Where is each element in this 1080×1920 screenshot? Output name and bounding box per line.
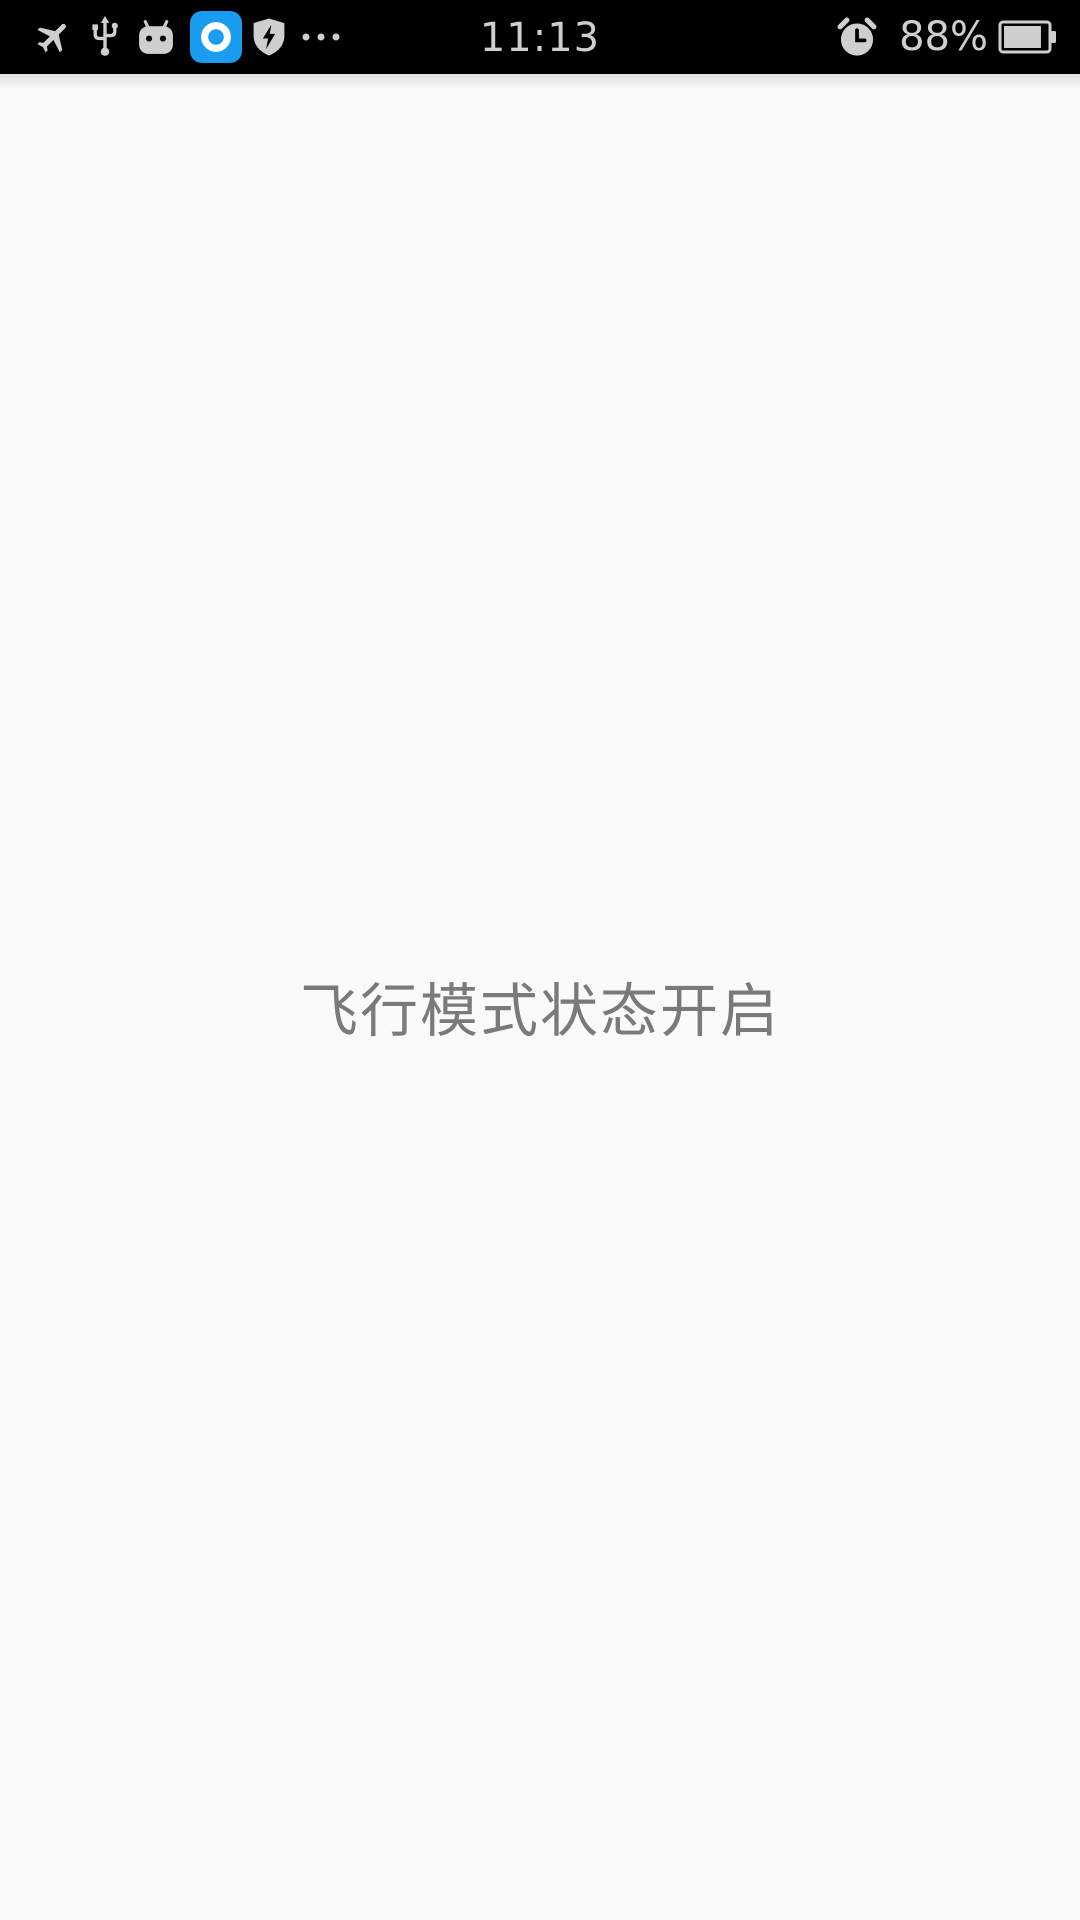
status-right-icons: 88% <box>835 0 1058 74</box>
battery-percent: 88% <box>899 14 988 60</box>
alarm-icon <box>835 16 879 58</box>
main-content: 飞行模式状态开启 <box>0 74 1080 1920</box>
battery-icon <box>998 20 1058 54</box>
status-bar: 11:13 88% <box>0 0 1080 74</box>
airplane-mode-message: 飞行模式状态开启 <box>299 977 780 1045</box>
